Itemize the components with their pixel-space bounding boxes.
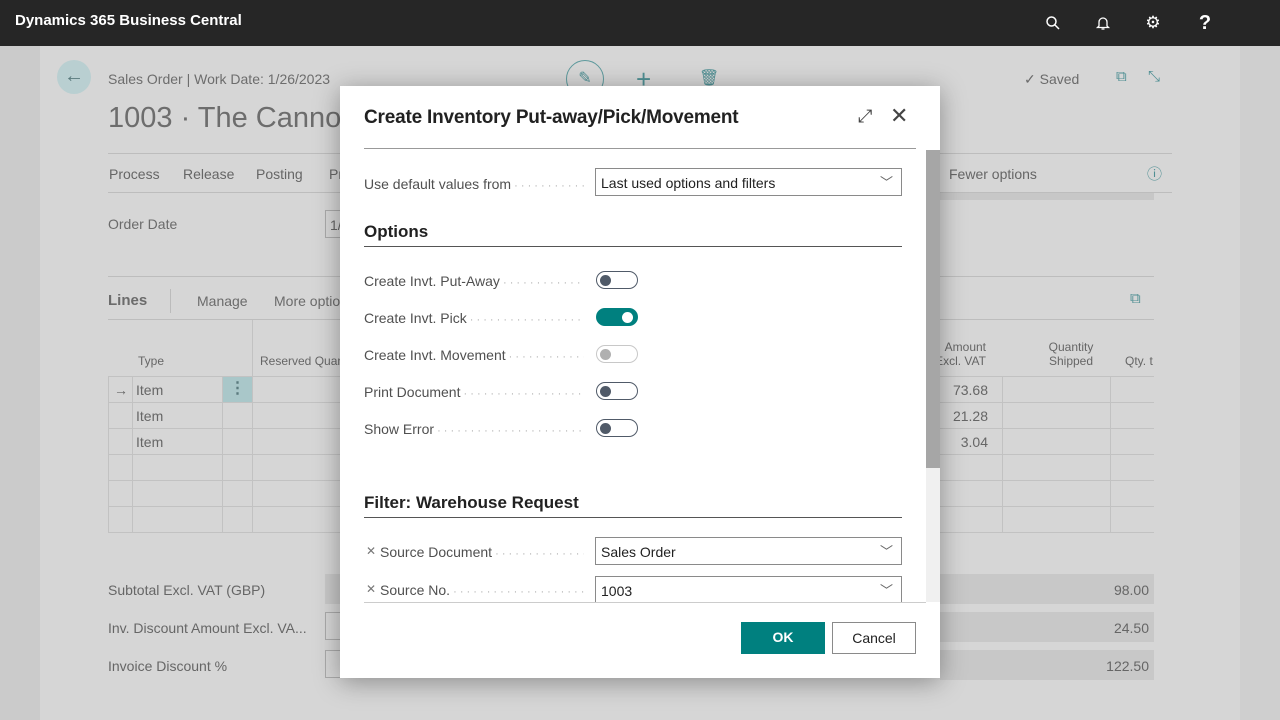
source-document-select[interactable]: Sales Order ﹀ (595, 537, 902, 565)
option-label: Create Invt. Movement (364, 347, 584, 363)
fewer-options-button[interactable]: Fewer options (949, 166, 1037, 182)
lines-manage[interactable]: Manage (197, 293, 248, 309)
print-document-toggle[interactable] (596, 382, 638, 400)
scrollbar-thumb[interactable] (926, 150, 940, 468)
invoice-discount-pct-label: Invoice Discount % (108, 658, 228, 674)
delete-button[interactable]: 🗑 (699, 68, 719, 88)
option-label: Print Document (364, 384, 584, 400)
breadcrumb: Sales Order | Work Date: 1/26/2023 (108, 71, 331, 87)
divider (170, 289, 171, 313)
gear-icon[interactable]: ⚙ (1140, 10, 1166, 36)
row-menu-button[interactable]: ⋮ (223, 377, 252, 402)
expand-icon[interactable]: ⤢ (858, 106, 872, 127)
bell-icon[interactable] (1090, 10, 1116, 36)
filter-label: Source No. (380, 582, 584, 598)
chevron-down-icon: ﹀ (879, 175, 893, 190)
option-label: Show Error (364, 421, 584, 437)
create-put-away-toggle[interactable] (596, 271, 638, 289)
scroll-shadow (940, 193, 1154, 200)
close-icon[interactable]: ✕ (890, 103, 908, 129)
dialog-title: Create Inventory Put-away/Pick/Movement (364, 107, 739, 128)
menu-release[interactable]: Release (183, 166, 234, 182)
filter-label: Source Document (380, 544, 584, 560)
lines-more-options[interactable]: More optio (274, 293, 340, 309)
show-error-toggle[interactable] (596, 419, 638, 437)
remove-filter-icon[interactable]: ✕ (366, 544, 376, 558)
col-qty-to[interactable]: Qty. t (1125, 354, 1153, 368)
current-row-arrow-icon: → (114, 382, 128, 398)
subtotal-label: Subtotal Excl. VAT (GBP) (108, 582, 266, 598)
option-label: Create Invt. Pick (364, 310, 584, 326)
saved-status: ✓ Saved (1024, 71, 1080, 87)
info-icon[interactable]: ⓘ (1147, 163, 1162, 184)
create-inventory-dialog: Create Inventory Put-away/Pick/Movement … (340, 86, 940, 678)
open-new-window-icon[interactable]: ⧉ (1116, 68, 1127, 85)
col-qty-shipped[interactable]: Quantity Shipped (1040, 340, 1102, 368)
back-button[interactable]: ← (57, 60, 91, 94)
remove-filter-icon[interactable]: ✕ (366, 582, 376, 596)
chevron-down-icon: ﹀ (879, 544, 893, 559)
collapse-icon[interactable]: ⤡ (1148, 68, 1160, 85)
col-type[interactable]: Type (138, 354, 164, 368)
search-icon[interactable] (1040, 10, 1066, 36)
app-title: Dynamics 365 Business Central (15, 12, 242, 29)
subtotal-value: 98.00 (1113, 582, 1149, 598)
option-label: Create Invt. Put-Away (364, 273, 584, 289)
filter-section-title: Filter: Warehouse Request (364, 493, 902, 518)
scrollbar[interactable] (926, 150, 940, 602)
create-pick-toggle[interactable] (596, 308, 638, 326)
chevron-down-icon: ﹀ (879, 583, 893, 598)
row-type[interactable]: Item (136, 408, 163, 424)
lines-title: Lines (108, 292, 148, 309)
invoice-discount-pct-value: 122.50 (1106, 658, 1149, 674)
default-values-select[interactable]: Last used options and filters ﹀ (595, 168, 902, 196)
left-strip (0, 46, 40, 720)
row-type[interactable]: Item (136, 382, 163, 398)
cancel-button[interactable]: Cancel (832, 622, 916, 654)
inv-discount-label: Inv. Discount Amount Excl. VA... (108, 620, 307, 636)
default-values-label: Use default values from (364, 176, 584, 192)
inv-discount-value: 24.50 (1113, 620, 1149, 636)
divider (364, 148, 916, 149)
help-icon[interactable]: ? (1192, 10, 1218, 36)
menu-posting[interactable]: Posting (256, 166, 303, 182)
ok-button[interactable]: OK (741, 622, 825, 654)
order-date-label: Order Date (108, 216, 178, 232)
top-bar: Dynamics 365 Business Central ⚙ ? (0, 0, 1280, 46)
options-section-title: Options (364, 222, 902, 247)
saved-label: Saved (1039, 71, 1080, 87)
expand-lines-icon[interactable]: ⧉ (1130, 290, 1141, 307)
page-title: 1003 · The Cannon (108, 102, 358, 134)
source-no-select[interactable]: 1003 ﹀ (595, 576, 902, 602)
create-movement-toggle[interactable] (596, 345, 638, 363)
row-type[interactable]: Item (136, 434, 163, 450)
divider (364, 602, 926, 603)
col-reserved[interactable]: Reserved Quan (260, 354, 344, 368)
menu-process[interactable]: Process (109, 166, 160, 182)
